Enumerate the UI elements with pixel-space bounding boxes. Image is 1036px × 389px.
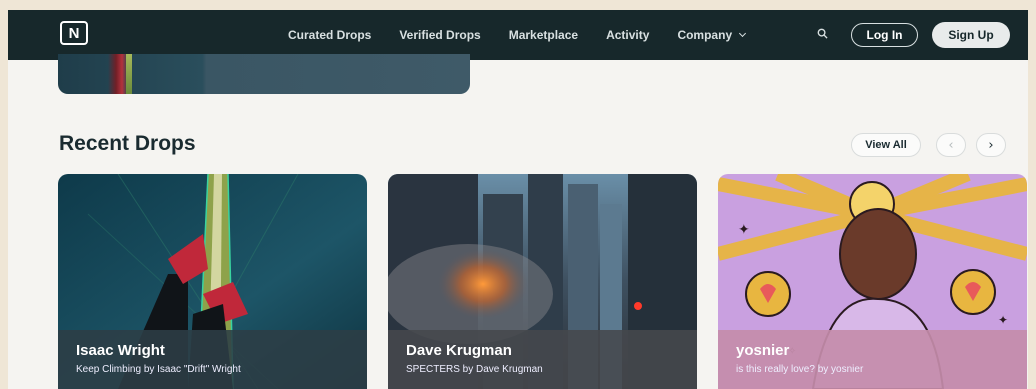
- nav-marketplace[interactable]: Marketplace: [509, 28, 578, 42]
- carousel-prev-button[interactable]: ‹: [936, 133, 966, 157]
- svg-text:✦: ✦: [998, 313, 1008, 327]
- chevron-down-icon: [739, 29, 747, 38]
- svg-text:✦: ✦: [738, 221, 750, 237]
- banner-legs-graphic: [108, 54, 138, 94]
- view-all-button[interactable]: View All: [851, 133, 921, 157]
- search-icon[interactable]: [817, 28, 828, 39]
- nav-curated-drops[interactable]: Curated Drops: [288, 28, 371, 42]
- page-frame: N Curated Drops Verified Drops Marketpla…: [8, 10, 1028, 389]
- nav-activity[interactable]: Activity: [606, 28, 649, 42]
- drop-card-caption: Isaac Wright Keep Climbing by Isaac "Dri…: [58, 330, 367, 389]
- drop-card-title: yosnier: [736, 342, 790, 359]
- drop-card-subtitle: Keep Climbing by Isaac "Drift" Wright: [76, 364, 241, 375]
- carousel-next-button[interactable]: ›: [976, 133, 1006, 157]
- drop-card-title: Dave Krugman: [406, 342, 512, 359]
- nav-company-label: Company: [677, 28, 733, 42]
- nav-verified-drops[interactable]: Verified Drops: [399, 28, 480, 42]
- chevron-left-icon: ‹: [948, 137, 954, 153]
- nav-company-dropdown[interactable]: Company: [677, 28, 747, 42]
- banner-rail-graphic: [126, 54, 132, 94]
- drop-card-subtitle: is this really love? by yosnier: [736, 364, 864, 375]
- drop-card-subtitle: SPECTERS by Dave Krugman: [406, 364, 543, 375]
- featured-banner-image[interactable]: [58, 54, 470, 94]
- drop-card[interactable]: ✦ ✦ ✧ yosnier is this really love? by yo…: [718, 174, 1027, 389]
- signup-button[interactable]: Sign Up: [932, 22, 1010, 48]
- section-title: Recent Drops: [59, 132, 196, 155]
- drop-card[interactable]: Dave Krugman SPECTERS by Dave Krugman: [388, 174, 697, 389]
- drop-card-title: Isaac Wright: [76, 342, 165, 359]
- nifty-logo-icon[interactable]: N: [60, 21, 88, 45]
- chevron-right-icon: ›: [988, 137, 994, 153]
- drop-card-caption: yosnier is this really love? by yosnier: [718, 330, 1027, 389]
- top-nav: N Curated Drops Verified Drops Marketpla…: [8, 10, 1028, 60]
- login-button[interactable]: Log In: [851, 23, 918, 47]
- drop-card[interactable]: Isaac Wright Keep Climbing by Isaac "Dri…: [58, 174, 367, 389]
- drop-card-caption: Dave Krugman SPECTERS by Dave Krugman: [388, 330, 697, 389]
- nav-links: Curated Drops Verified Drops Marketplace…: [288, 10, 773, 60]
